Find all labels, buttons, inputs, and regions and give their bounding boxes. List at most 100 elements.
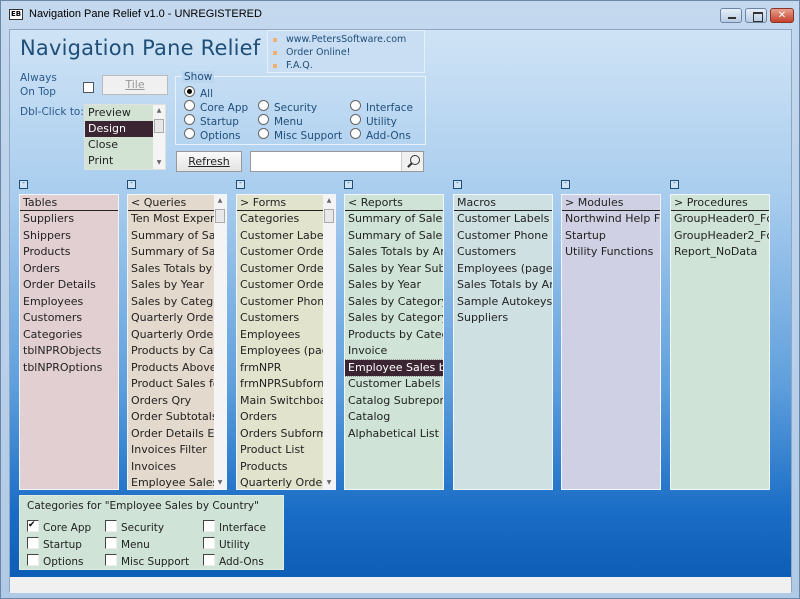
category-checkbox-menu[interactable]: Menu xyxy=(105,537,150,551)
column-header[interactable]: > Modules xyxy=(562,195,660,211)
radio-options[interactable]: Options xyxy=(184,128,241,142)
link-website[interactable]: www.PetersSoftware.com xyxy=(272,33,424,46)
radio-utility[interactable]: Utility xyxy=(350,114,397,128)
list-item[interactable]: Summary of Sales xyxy=(345,228,443,245)
close-button[interactable]: ✕ xyxy=(770,8,794,23)
list-item[interactable]: Sales by Year Subr xyxy=(345,261,443,278)
column-header[interactable]: > Procedures xyxy=(671,195,769,211)
list-item[interactable]: Main Switchboa xyxy=(237,393,323,410)
column-collapse-toggle[interactable]: - xyxy=(453,180,462,189)
link-faq[interactable]: F.A.Q. xyxy=(272,59,424,72)
list-item[interactable]: Products by Cat xyxy=(128,343,214,360)
list-item[interactable]: Report_NoData xyxy=(671,244,769,261)
list-item[interactable]: GroupHeader2_Fc xyxy=(671,228,769,245)
list-item[interactable]: Shippers xyxy=(20,228,118,245)
list-item[interactable]: Product List xyxy=(237,442,323,459)
list-item[interactable]: GroupHeader0_Fc xyxy=(671,211,769,228)
object-list-column[interactable]: Tables Suppliers Shippers Products Orders Ord… xyxy=(19,194,119,490)
list-item[interactable]: frmNPR xyxy=(237,360,323,377)
list-item[interactable]: tblNPROptions xyxy=(20,360,118,377)
list-item[interactable]: Summary of Sal xyxy=(128,244,214,261)
list-item[interactable]: Categories xyxy=(20,327,118,344)
dbl-click-option[interactable]: Preview xyxy=(85,105,155,121)
list-item[interactable]: Sales Totals by Am xyxy=(454,277,552,294)
list-item[interactable]: Order Details xyxy=(20,277,118,294)
list-item[interactable]: Customer Orde xyxy=(237,277,323,294)
list-item[interactable]: Quarterly Orde xyxy=(237,475,323,489)
scroll-thumb[interactable] xyxy=(215,209,225,223)
list-item[interactable]: Invoices xyxy=(128,459,214,476)
list-item[interactable]: Products Above xyxy=(128,360,214,377)
scroll-down-icon[interactable]: ▼ xyxy=(323,477,335,489)
list-item[interactable]: Summary of Sales xyxy=(345,211,443,228)
column-collapse-toggle[interactable]: - xyxy=(236,180,245,189)
column-header[interactable]: < Reports xyxy=(345,195,443,211)
column-collapse-toggle[interactable]: - xyxy=(127,180,136,189)
column-collapse-toggle[interactable]: - xyxy=(19,180,28,189)
list-item[interactable]: Sample Autokeys xyxy=(454,294,552,311)
list-item[interactable]: Orders Qry xyxy=(128,393,214,410)
list-item[interactable]: Products xyxy=(237,459,323,476)
tile-button[interactable]: Tile xyxy=(102,75,168,95)
list-item[interactable]: Employees (page xyxy=(454,261,552,278)
list-item[interactable]: Summary of Sal xyxy=(128,228,214,245)
column-header[interactable]: Tables xyxy=(20,195,118,211)
list-item[interactable]: Alphabetical List c xyxy=(345,426,443,443)
list-item[interactable]: Employees (pag xyxy=(237,343,323,360)
list-item[interactable]: Catalog xyxy=(345,409,443,426)
list-item[interactable]: tblNPRObjects xyxy=(20,343,118,360)
list-item[interactable]: Sales by Year xyxy=(128,277,214,294)
list-item[interactable]: Customer Orde xyxy=(237,244,323,261)
list-item[interactable]: Customer Labels D xyxy=(454,211,552,228)
dbl-click-option-selected[interactable]: Design xyxy=(85,121,155,137)
object-list-column[interactable]: Macros Customer Labels D Customer Phone LC… xyxy=(453,194,553,490)
list-item[interactable]: Employees xyxy=(237,327,323,344)
list-item[interactable]: Customer Phone L xyxy=(454,228,552,245)
search-input[interactable] xyxy=(250,151,424,172)
object-list-column[interactable]: > Procedures GroupHeader0_Fc GroupHeader2_… xyxy=(670,194,770,490)
list-item[interactable]: Order Details E xyxy=(128,426,214,443)
list-item[interactable]: Startup xyxy=(562,228,660,245)
scroll-up-icon[interactable]: ▲ xyxy=(214,195,226,207)
list-item[interactable]: Quarterly Orde xyxy=(128,310,214,327)
scroll-thumb[interactable] xyxy=(154,119,164,133)
list-item[interactable]: Customer Orde xyxy=(237,261,323,278)
list-item[interactable]: Orders Subform xyxy=(237,426,323,443)
refresh-button[interactable]: Refresh xyxy=(176,151,242,172)
list-item[interactable]: Suppliers xyxy=(454,310,552,327)
scroll-down-icon[interactable]: ▼ xyxy=(214,477,226,489)
column-header[interactable]: Macros xyxy=(454,195,552,211)
scroll-up-icon[interactable]: ▲ xyxy=(323,195,335,207)
category-checkbox-utility[interactable]: Utility xyxy=(203,537,250,551)
list-item[interactable]: Sales by Year xyxy=(345,277,443,294)
category-checkbox-interface[interactable]: Interface xyxy=(203,520,266,534)
column-collapse-toggle[interactable]: - xyxy=(670,180,679,189)
column-scrollbar[interactable]: ▲ ▼ xyxy=(323,195,335,489)
scroll-up-icon[interactable]: ▲ xyxy=(153,105,165,117)
dbl-click-listbox[interactable]: Preview Design Close Print ▲ ▼ xyxy=(84,104,166,170)
dbl-click-option[interactable]: Print xyxy=(85,153,155,169)
list-item[interactable]: Ten Most Exper xyxy=(128,211,214,228)
list-item[interactable]: Customers xyxy=(454,244,552,261)
list-item[interactable]: Invoices Filter xyxy=(128,442,214,459)
always-on-top-checkbox[interactable] xyxy=(83,82,94,93)
dbl-click-scrollbar[interactable]: ▲ ▼ xyxy=(153,105,165,169)
category-checkbox-options[interactable]: Options xyxy=(27,554,84,568)
list-item[interactable]: Quarterly Orde xyxy=(128,327,214,344)
list-item[interactable]: Suppliers xyxy=(20,211,118,228)
list-item[interactable]: Sales by Category xyxy=(345,310,443,327)
object-list-column[interactable]: > Forms Categories Customer Label Customer … xyxy=(236,194,336,490)
category-checkbox-startup[interactable]: Startup xyxy=(27,537,82,551)
category-checkbox-add-ons[interactable]: Add-Ons xyxy=(203,554,264,568)
list-item[interactable]: Customer Label xyxy=(237,228,323,245)
list-item[interactable]: Catalog Subreport xyxy=(345,393,443,410)
dbl-click-option[interactable]: Close xyxy=(85,137,155,153)
list-item[interactable]: Customer Labels xyxy=(345,376,443,393)
category-checkbox-misc-support[interactable]: Misc Support xyxy=(105,554,189,568)
list-item[interactable]: Orders xyxy=(20,261,118,278)
list-item[interactable]: Products xyxy=(20,244,118,261)
list-item[interactable]: Sales by Catego xyxy=(128,294,214,311)
list-item[interactable]: Utility Functions xyxy=(562,244,660,261)
radio-add-ons[interactable]: Add-Ons xyxy=(350,128,411,142)
category-checkbox-core-app[interactable]: Core App xyxy=(27,519,91,534)
